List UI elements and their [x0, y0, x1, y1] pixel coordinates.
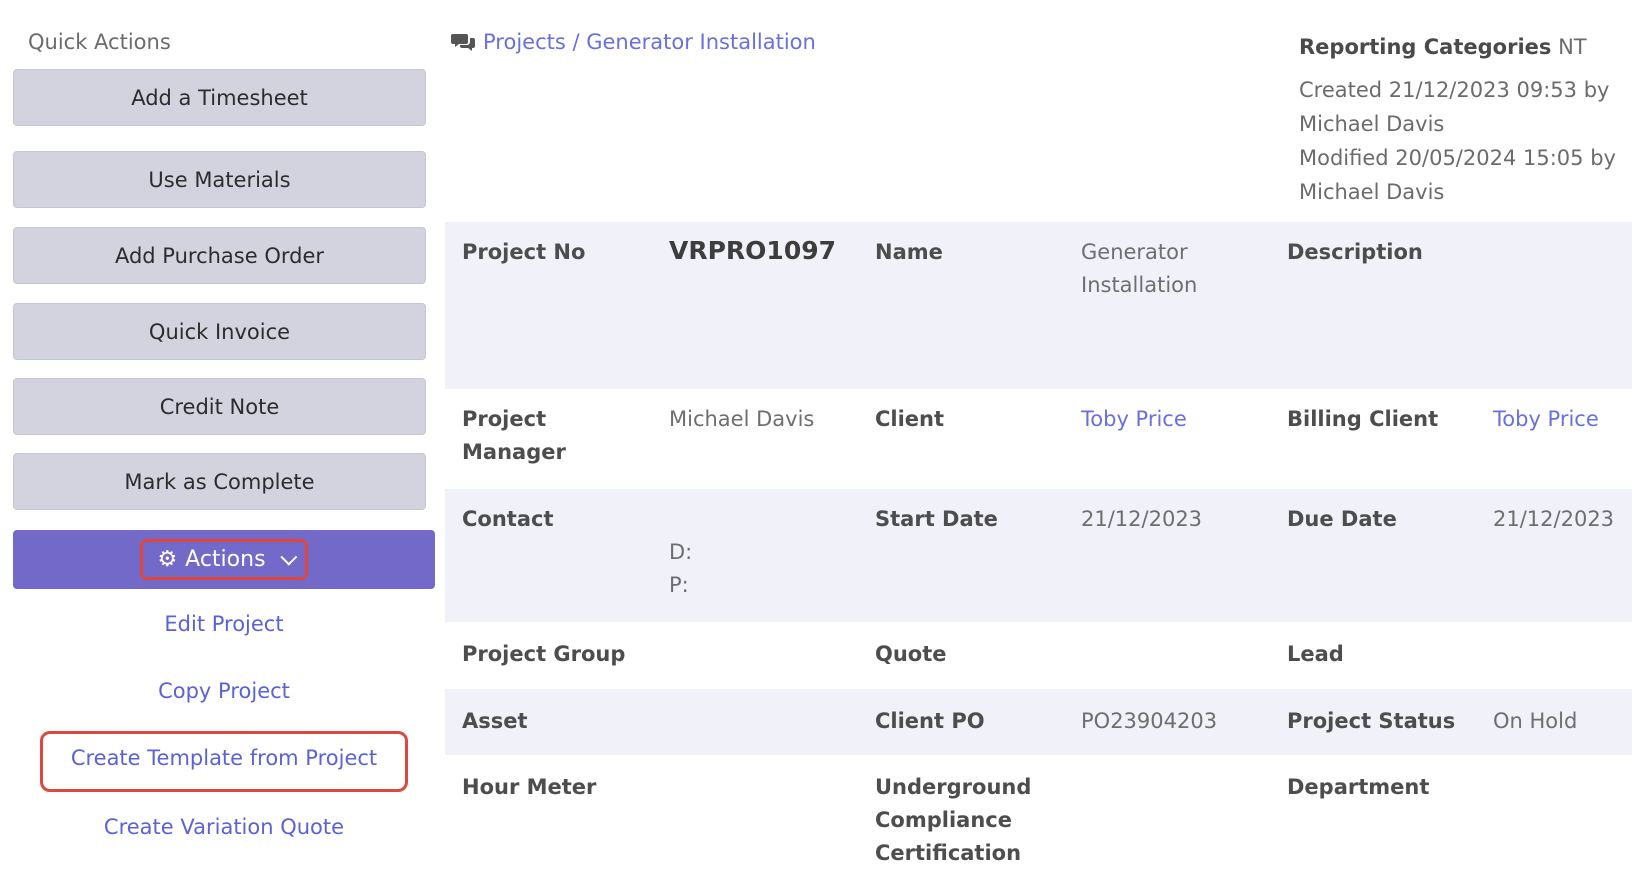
project-group-label: Project Group: [462, 642, 626, 666]
details-row-4: Project Group Quote Lead: [445, 622, 1632, 689]
create-template-from-project-link[interactable]: Create Template from Project: [0, 746, 448, 770]
name-label: Name: [875, 240, 943, 264]
underground-compliance-label: Underground Compliance Certification: [875, 771, 1031, 870]
details-row-2: Project Manager Michael Davis Client Tob…: [445, 389, 1632, 489]
details-row-1: Project No VRPRO1097 Name Generator Inst…: [445, 222, 1632, 389]
project-status-value: On Hold: [1493, 709, 1578, 733]
add-timesheet-button[interactable]: Add a Timesheet: [13, 69, 426, 126]
asset-label: Asset: [462, 709, 528, 733]
credit-note-button[interactable]: Credit Note: [13, 378, 426, 435]
hour-meter-label: Hour Meter: [462, 775, 597, 799]
department-label: Department: [1287, 775, 1430, 799]
gear-icon: ⚙: [157, 546, 178, 572]
actions-dropdown-button[interactable]: ⚙ Actions: [13, 530, 435, 589]
created-line-1: Created 21/12/2023 09:53 by: [1299, 78, 1610, 102]
details-row-3: Contact D: P: Start Date 21/12/2023 Due …: [445, 489, 1632, 622]
contact-p: P:: [669, 573, 689, 597]
contact-d: D:: [669, 540, 693, 564]
billing-client-label: Billing Client: [1287, 407, 1439, 431]
modified-line-1: Modified 20/05/2024 15:05 by: [1299, 146, 1616, 170]
copy-project-link[interactable]: Copy Project: [0, 679, 448, 703]
quote-label: Quote: [875, 642, 947, 666]
client-po-label: Client PO: [875, 709, 985, 733]
start-date-label: Start Date: [875, 507, 998, 531]
project-manager-label: Project Manager: [462, 403, 566, 469]
actions-label: Actions: [185, 547, 266, 572]
start-date-value: 21/12/2023: [1081, 507, 1203, 531]
add-purchase-order-button[interactable]: Add Purchase Order: [13, 227, 426, 284]
ucc-line-2: Compliance: [875, 808, 1012, 832]
modified-line-2: Michael Davis: [1299, 180, 1445, 204]
ucc-line-3: Certification: [875, 841, 1022, 865]
billing-client-link[interactable]: Toby Price: [1493, 403, 1599, 436]
details-row-5: Asset Client PO PO23904203 Project Statu…: [445, 689, 1632, 755]
breadcrumb[interactable]: Projects / Generator Installation: [451, 30, 816, 54]
name-value: Generator Installation: [1081, 236, 1197, 302]
due-date-value: 21/12/2023: [1493, 507, 1615, 531]
reporting-categories-label: Reporting Categories: [1299, 35, 1552, 59]
project-status-label: Project Status: [1287, 709, 1456, 733]
lead-label: Lead: [1287, 642, 1344, 666]
client-link[interactable]: Toby Price: [1081, 403, 1187, 436]
mark-as-complete-button[interactable]: Mark as Complete: [13, 453, 426, 510]
ucc-line-1: Underground: [875, 775, 1032, 799]
reporting-categories-value: NT: [1558, 35, 1587, 59]
comments-icon: [451, 34, 475, 51]
project-no-label: Project No: [462, 240, 586, 264]
actions-highlight[interactable]: ⚙ Actions: [140, 539, 308, 580]
contact-label: Contact: [462, 507, 554, 531]
project-manager-label-line-1: Project: [462, 407, 547, 431]
due-date-label: Due Date: [1287, 507, 1397, 531]
client-po-value: PO23904203: [1081, 709, 1218, 733]
edit-project-link[interactable]: Edit Project: [0, 612, 448, 636]
description-label: Description: [1287, 240, 1423, 264]
use-materials-button[interactable]: Use Materials: [13, 151, 426, 208]
project-manager-value: Michael Davis: [669, 407, 815, 431]
name-value-line-1: Generator: [1081, 240, 1188, 264]
details-row-6: Hour Meter Underground Compliance Certif…: [445, 755, 1632, 868]
project-no-value: VRPRO1097: [669, 236, 837, 265]
breadcrumb-text[interactable]: Projects / Generator Installation: [483, 30, 816, 54]
project-manager-label-line-2: Manager: [462, 440, 566, 464]
record-meta: Reporting Categories NT Created 21/12/20…: [1299, 30, 1629, 209]
create-variation-quote-link[interactable]: Create Variation Quote: [0, 815, 448, 839]
reporting-categories: Reporting Categories NT: [1299, 30, 1629, 64]
name-value-line-2: Installation: [1081, 273, 1198, 297]
chevron-down-icon: [279, 548, 297, 566]
quick-invoice-button[interactable]: Quick Invoice: [13, 303, 426, 360]
quick-actions-title: Quick Actions: [28, 30, 171, 54]
created-line-2: Michael Davis: [1299, 112, 1445, 136]
client-label: Client: [875, 407, 945, 431]
